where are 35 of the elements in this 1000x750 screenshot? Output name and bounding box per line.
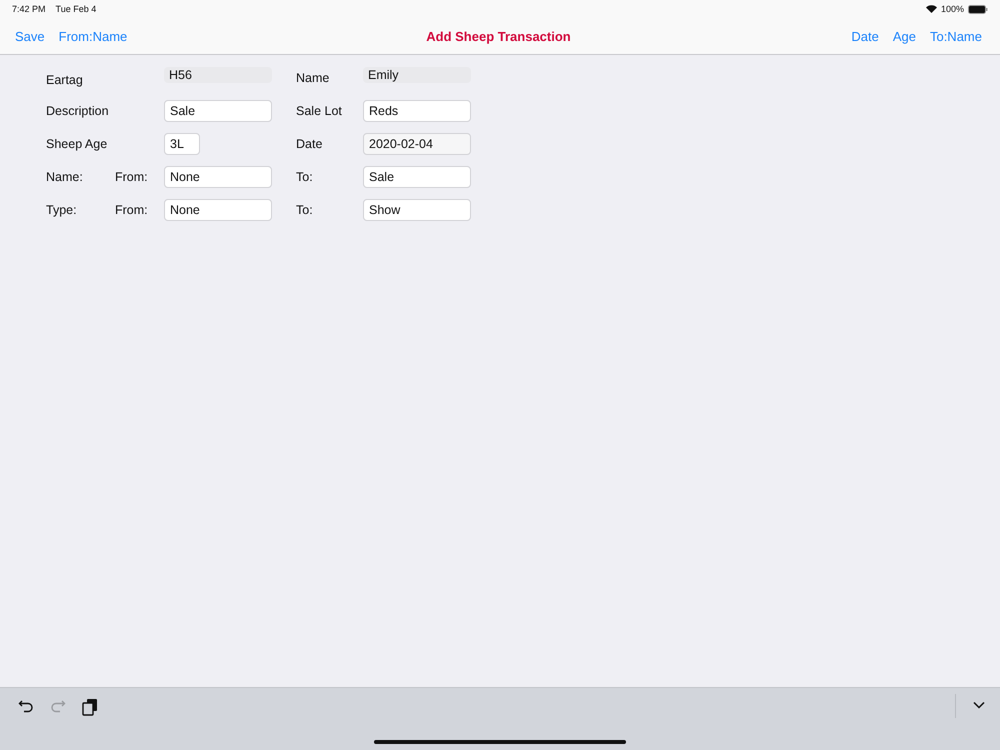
nav-link[interactable]: Age xyxy=(892,28,916,44)
status-date: Tue Feb 4 xyxy=(56,4,96,14)
nav-link[interactable]: Save xyxy=(15,28,45,44)
nav-link[interactable]: To:Name xyxy=(930,28,982,44)
field-label: From: xyxy=(115,203,149,217)
field-label: Name xyxy=(296,71,330,85)
text-field[interactable]: Emily xyxy=(363,67,471,83)
text-field[interactable]: Reds xyxy=(363,100,471,122)
text-field[interactable]: Sale xyxy=(164,100,272,122)
wifi-icon xyxy=(926,5,937,13)
field-label: Sheep Age xyxy=(46,137,108,151)
text-field[interactable]: Sale xyxy=(363,166,471,188)
battery-percentage: 100% xyxy=(940,4,964,14)
nav-link[interactable]: From:Name xyxy=(58,28,128,44)
field-label: Type: xyxy=(46,203,78,217)
text-field[interactable]: H56 xyxy=(164,67,272,83)
text-field[interactable]: None xyxy=(164,199,272,221)
field-label: From: xyxy=(115,170,149,184)
paste-button[interactable] xyxy=(82,698,98,716)
text-field[interactable]: 2020-02-04 xyxy=(363,133,471,155)
page-title: Add Sheep Transaction xyxy=(426,28,571,44)
status-time: 7:42 PM xyxy=(12,4,46,14)
field-label: Date xyxy=(296,137,324,151)
undo-button[interactable] xyxy=(18,698,34,714)
field-label: To: xyxy=(296,170,314,184)
field-label: Description xyxy=(46,104,110,118)
text-field[interactable]: Show xyxy=(363,199,471,221)
field-label: Eartag xyxy=(46,73,84,87)
text-field[interactable]: None xyxy=(164,166,272,188)
nav-link[interactable]: Date xyxy=(851,28,879,44)
text-field[interactable]: 3L xyxy=(164,133,200,155)
field-label: To: xyxy=(296,203,314,217)
battery-icon xyxy=(968,4,988,14)
field-label: Sale Lot xyxy=(296,104,343,118)
field-label: Name: xyxy=(46,170,84,184)
